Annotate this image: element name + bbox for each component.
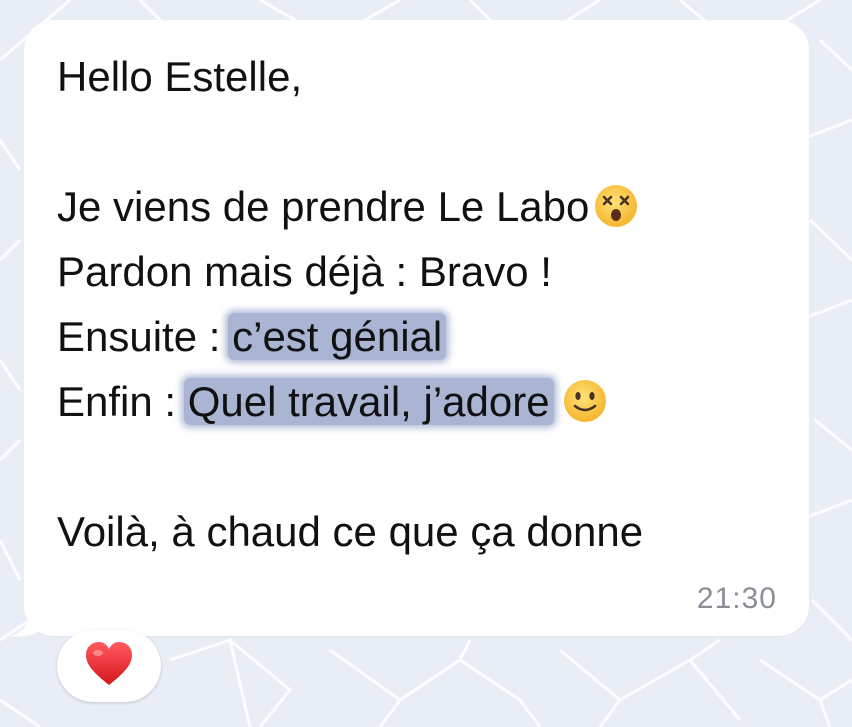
highlighted-text-travail: Quel travail, j’adore: [183, 378, 554, 425]
message-line-ensuite: Ensuite : c’est génial: [57, 304, 643, 369]
message-timestamp: 21:30: [696, 582, 777, 615]
message-line-blank: [57, 109, 643, 174]
message-line-voila: Voilà, à chaud ce que ça donne: [57, 508, 644, 555]
reaction-badge[interactable]: [57, 630, 161, 702]
message-line-greeting: Hello Estelle,: [57, 53, 303, 100]
message-line-labo: Je viens de prendre Le Labo: [57, 174, 643, 239]
slightly-smiling-face-emoji-icon: [562, 377, 608, 442]
highlighted-text-genial: c’est génial: [228, 313, 447, 360]
message-line-labo-text: Je viens de prendre Le Labo: [57, 183, 590, 230]
message-line-enfin: Enfin : Quel travail, j’adore: [57, 369, 643, 434]
red-heart-icon: [84, 641, 134, 692]
message-bubble[interactable]: Hello Estelle, Je viens de prendre Le La…: [24, 20, 809, 636]
message-line-enfin-prefix: Enfin :: [57, 378, 188, 425]
dizzy-face-emoji-icon: [593, 182, 639, 247]
message-text: Hello Estelle, Je viens de prendre Le La…: [57, 44, 643, 564]
message-line-ensuite-prefix: Ensuite :: [57, 313, 233, 360]
message-line-bravo: Pardon mais déjà : Bravo !: [57, 248, 552, 295]
message-line-blank: [57, 434, 643, 499]
